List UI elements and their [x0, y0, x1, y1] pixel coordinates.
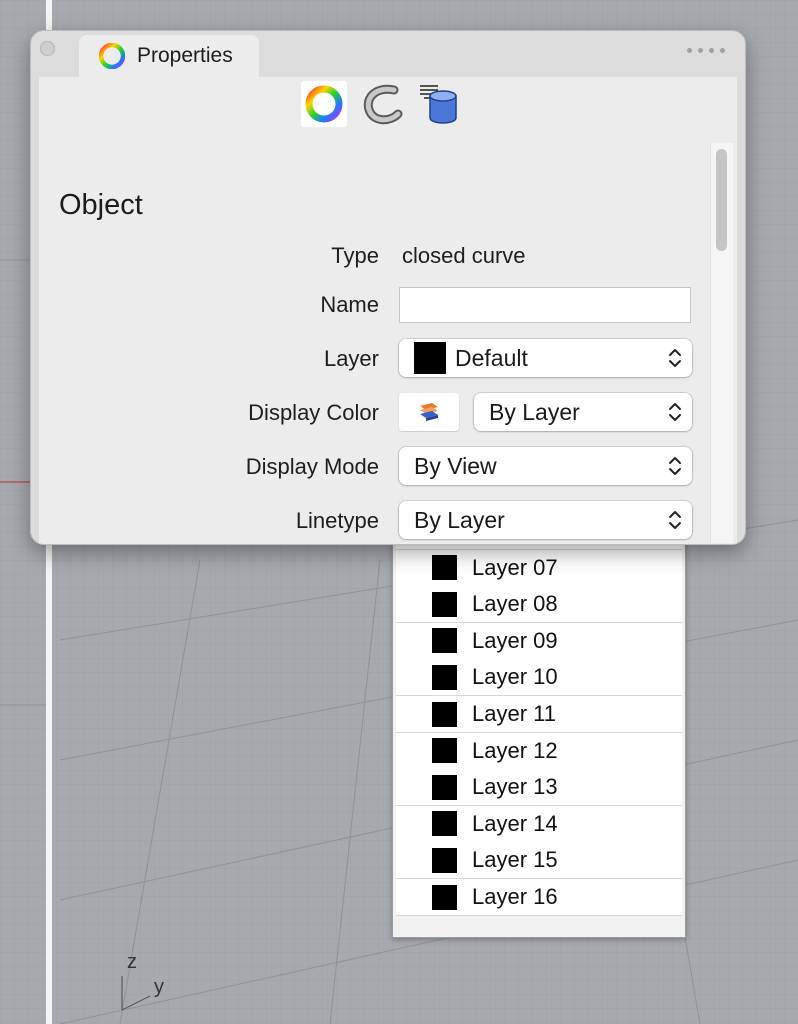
layer-select-value: Default: [455, 344, 528, 371]
page-icon-bar: [301, 81, 463, 131]
layer-color-swatch: [432, 738, 457, 764]
layer-color-swatch: [432, 847, 457, 873]
properties-panel: Properties Object Type closed curve Name…: [30, 30, 746, 545]
updown-chevron-icon: [669, 349, 681, 367]
display-mode-select[interactable]: By View: [399, 447, 692, 485]
display-color-swatch-button[interactable]: [399, 393, 459, 431]
updown-chevron-icon: [669, 457, 681, 475]
display-mode-select-value: By View: [414, 452, 497, 479]
name-label: Name: [320, 292, 379, 317]
layer-color-swatch: [432, 774, 457, 800]
layer-list-item[interactable]: Layer 14: [396, 805, 682, 843]
layer-color-swatch: [414, 342, 446, 374]
updown-chevron-icon: [669, 403, 681, 421]
axis-y-label: y: [154, 976, 164, 998]
color-wheel-icon: [99, 43, 125, 69]
tab-properties-label: Properties: [137, 44, 233, 67]
section-title-object: Object: [59, 189, 143, 221]
layer-list-item-label: Layer 15: [472, 847, 558, 873]
display-color-select[interactable]: By Layer: [474, 393, 692, 431]
curve-page-button[interactable]: [359, 81, 405, 127]
layer-list-item[interactable]: Layer 09: [396, 622, 682, 660]
layer-list-item[interactable]: Layer 11: [396, 696, 682, 733]
layer-color-swatch: [432, 591, 457, 617]
layer-color-swatch: [432, 701, 457, 727]
layer-list-item-label: Layer 07: [472, 554, 558, 580]
panel-grip-handle[interactable]: [687, 48, 725, 53]
tab-properties[interactable]: Properties: [79, 35, 259, 77]
scrollbar-thumb[interactable]: [716, 149, 727, 251]
layer-list-item-label: Layer 12: [472, 737, 558, 763]
layer-list-item-label: Layer 13: [472, 774, 558, 800]
close-button[interactable]: [40, 41, 55, 56]
layer-list-item[interactable]: Layer 12: [396, 732, 682, 770]
linetype-select-value: By Layer: [414, 506, 505, 533]
display-color-select-value: By Layer: [489, 398, 580, 425]
object-properties-page-button[interactable]: [301, 81, 347, 127]
layer-dropdown-list[interactable]: Layer 06Layer 07Layer 08Layer 09Layer 10…: [392, 530, 686, 938]
linetype-label: Linetype: [295, 508, 379, 533]
layer-list-item[interactable]: Layer 07: [396, 549, 682, 587]
layer-list-item-label: Layer 11: [472, 701, 556, 726]
layer-list-item-label: Layer 14: [472, 810, 558, 836]
layer-list-item-label: Layer 10: [472, 664, 558, 690]
layer-list-item[interactable]: Layer 13: [396, 769, 682, 807]
display-mode-label: Display Mode: [245, 454, 379, 479]
layer-list-item[interactable]: Layer 08: [396, 586, 682, 624]
layer-list-item[interactable]: Layer 10: [396, 659, 682, 697]
scrollbar[interactable]: [710, 143, 733, 543]
database-page-button[interactable]: [417, 81, 463, 127]
curve-icon: [363, 84, 403, 125]
layer-color-swatch: [432, 555, 457, 581]
layer-label: Layer: [323, 346, 379, 371]
layer-color-swatch: [432, 628, 457, 654]
layer-color-swatch: [432, 811, 457, 837]
type-label: Type: [331, 243, 379, 268]
layer-color-swatch: [432, 664, 457, 690]
layer-list-item[interactable]: Layer 15: [396, 842, 682, 880]
color-wheel-icon: [305, 85, 343, 123]
linetype-select[interactable]: By Layer: [399, 501, 692, 539]
display-color-label: Display Color: [248, 400, 379, 425]
name-field[interactable]: [399, 287, 691, 323]
layer-list-item-label: Layer 09: [472, 627, 558, 653]
layer-list-item-label: Layer 08: [472, 591, 558, 617]
layer-color-swatch: [432, 884, 457, 910]
layer-list-item-label: Layer 16: [472, 884, 558, 909]
layer-color-icon: [420, 403, 438, 421]
updown-chevron-icon: [669, 511, 681, 529]
database-icon: [420, 85, 457, 124]
type-value: closed curve: [402, 243, 526, 268]
axis-z-label: z: [127, 951, 137, 973]
layer-list-item[interactable]: Layer 16: [396, 879, 682, 916]
properties-content: Object Type closed curve Name Layer Defa…: [39, 77, 737, 544]
layer-select[interactable]: Default: [399, 339, 692, 377]
